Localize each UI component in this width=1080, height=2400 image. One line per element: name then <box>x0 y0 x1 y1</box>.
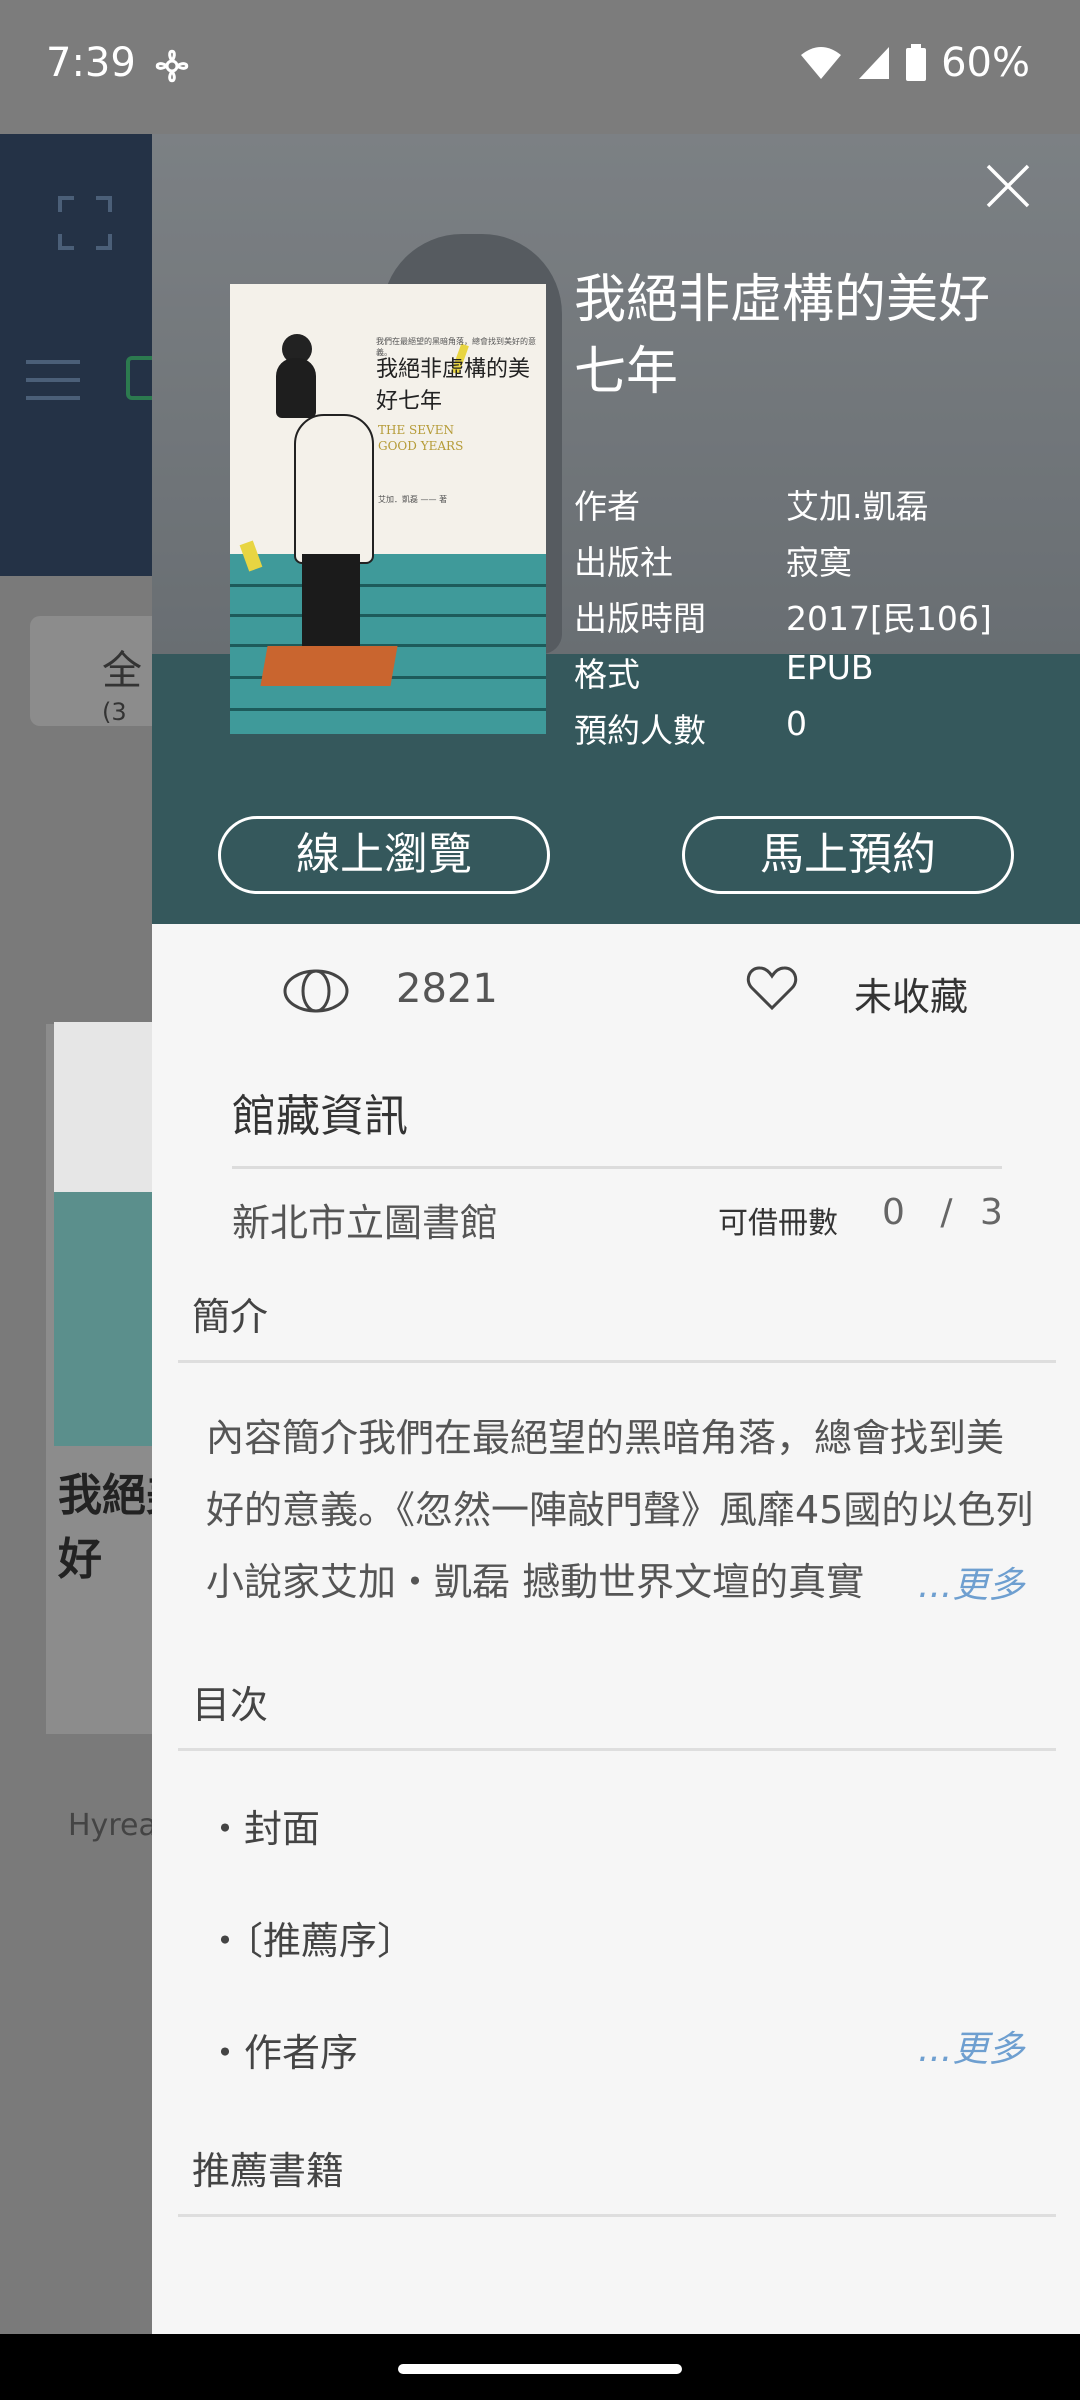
status-bar: 7:39 60% <box>0 0 1080 134</box>
intro-divider <box>178 1360 1056 1363</box>
battery-icon <box>906 44 927 81</box>
toc-more-link[interactable]: ...更多 <box>918 2020 1024 2072</box>
scan-icon <box>58 196 112 250</box>
available-copies: 0 / <box>882 1192 953 1233</box>
status-time: 7:39 <box>46 40 136 86</box>
meta-row-author: 作者 艾加.凱磊 <box>574 487 929 526</box>
intro-text: 內容簡介我們在最絕望的黑暗角落，總會找到美好的意義。《忽然一陣敲門聲》風靡45國… <box>206 1416 1034 1604</box>
toc-item: ・〔推薦序〕 <box>206 1919 416 1963</box>
signal-icon <box>859 47 890 79</box>
eye-icon <box>283 969 349 1013</box>
favorite-status[interactable]: 未收藏 <box>854 966 968 1021</box>
cover-title: 我絕非虛構的美好七年 <box>376 357 531 414</box>
fan-icon <box>155 49 189 83</box>
browse-online-button[interactable]: 線上瀏覽 <box>218 816 550 894</box>
total-copies: 3 <box>980 1192 1003 1233</box>
toc-item: ・作者序 <box>206 2031 359 2075</box>
heart-icon[interactable] <box>746 964 798 1012</box>
toc-divider <box>178 1748 1056 1751</box>
reserve-now-button[interactable]: 馬上預約 <box>682 816 1014 894</box>
book-cover: 我們在最絕望的黑暗角落，總會找到美好的意義。 我絕非虛構的美好七年 THE SE… <box>230 284 546 734</box>
system-nav-bar <box>0 2334 1080 2400</box>
battery-percent: 60% <box>941 40 1030 86</box>
view-count: 2821 <box>396 966 498 1012</box>
available-copies-label: 可借冊數 <box>718 1206 838 1241</box>
library-name: 新北市立圖書館 <box>232 1201 499 1245</box>
menu-icon <box>26 360 80 400</box>
close-icon[interactable] <box>980 158 1036 214</box>
meta-row-publish-date: 出版時間 2017[民106] <box>574 599 992 638</box>
recommend-heading: 推薦書籍 <box>192 2149 345 2193</box>
holdings-title: 館藏資訊 <box>232 1091 408 1142</box>
background-footer-text: Hyrea <box>68 1808 157 1843</box>
book-detail-panel: 我們在最絕望的黑暗角落，總會找到美好的意義。 我絕非虛構的美好七年 THE SE… <box>152 134 1080 2334</box>
intro-more-link[interactable]: ...更多 <box>918 1556 1024 1608</box>
cover-credits: 艾加．凱磊 —— 著 <box>378 495 448 504</box>
meta-row-reservations: 預約人數 0 <box>574 704 807 750</box>
meta-row-publisher: 出版社 寂寞 <box>574 543 852 582</box>
status-indicators: 60% <box>799 40 1030 86</box>
toc-heading: 目次 <box>192 1683 269 1727</box>
book-title: 我絕非虛構的美好七年 <box>574 270 991 402</box>
cover-english-title: THE SEVEN GOOD YEARS <box>378 423 464 453</box>
toc-item: ・封面 <box>206 1807 321 1851</box>
recommend-divider <box>178 2214 1056 2217</box>
book-meta: 作者 艾加.凱磊 出版社 寂寞 出版時間 2017[民106] 格式 EPUB … <box>574 480 1054 760</box>
wifi-icon <box>801 47 842 79</box>
book-stats: 2821 未收藏 <box>152 924 1080 1060</box>
meta-row-format: 格式 EPUB <box>574 648 874 694</box>
book-hero: 我們在最絕望的黑暗角落，總會找到美好的意義。 我絕非虛構的美好七年 THE SE… <box>152 134 1080 924</box>
intro-heading: 簡介 <box>192 1295 269 1339</box>
home-handle[interactable] <box>398 2364 682 2374</box>
holdings-divider <box>232 1166 1002 1169</box>
